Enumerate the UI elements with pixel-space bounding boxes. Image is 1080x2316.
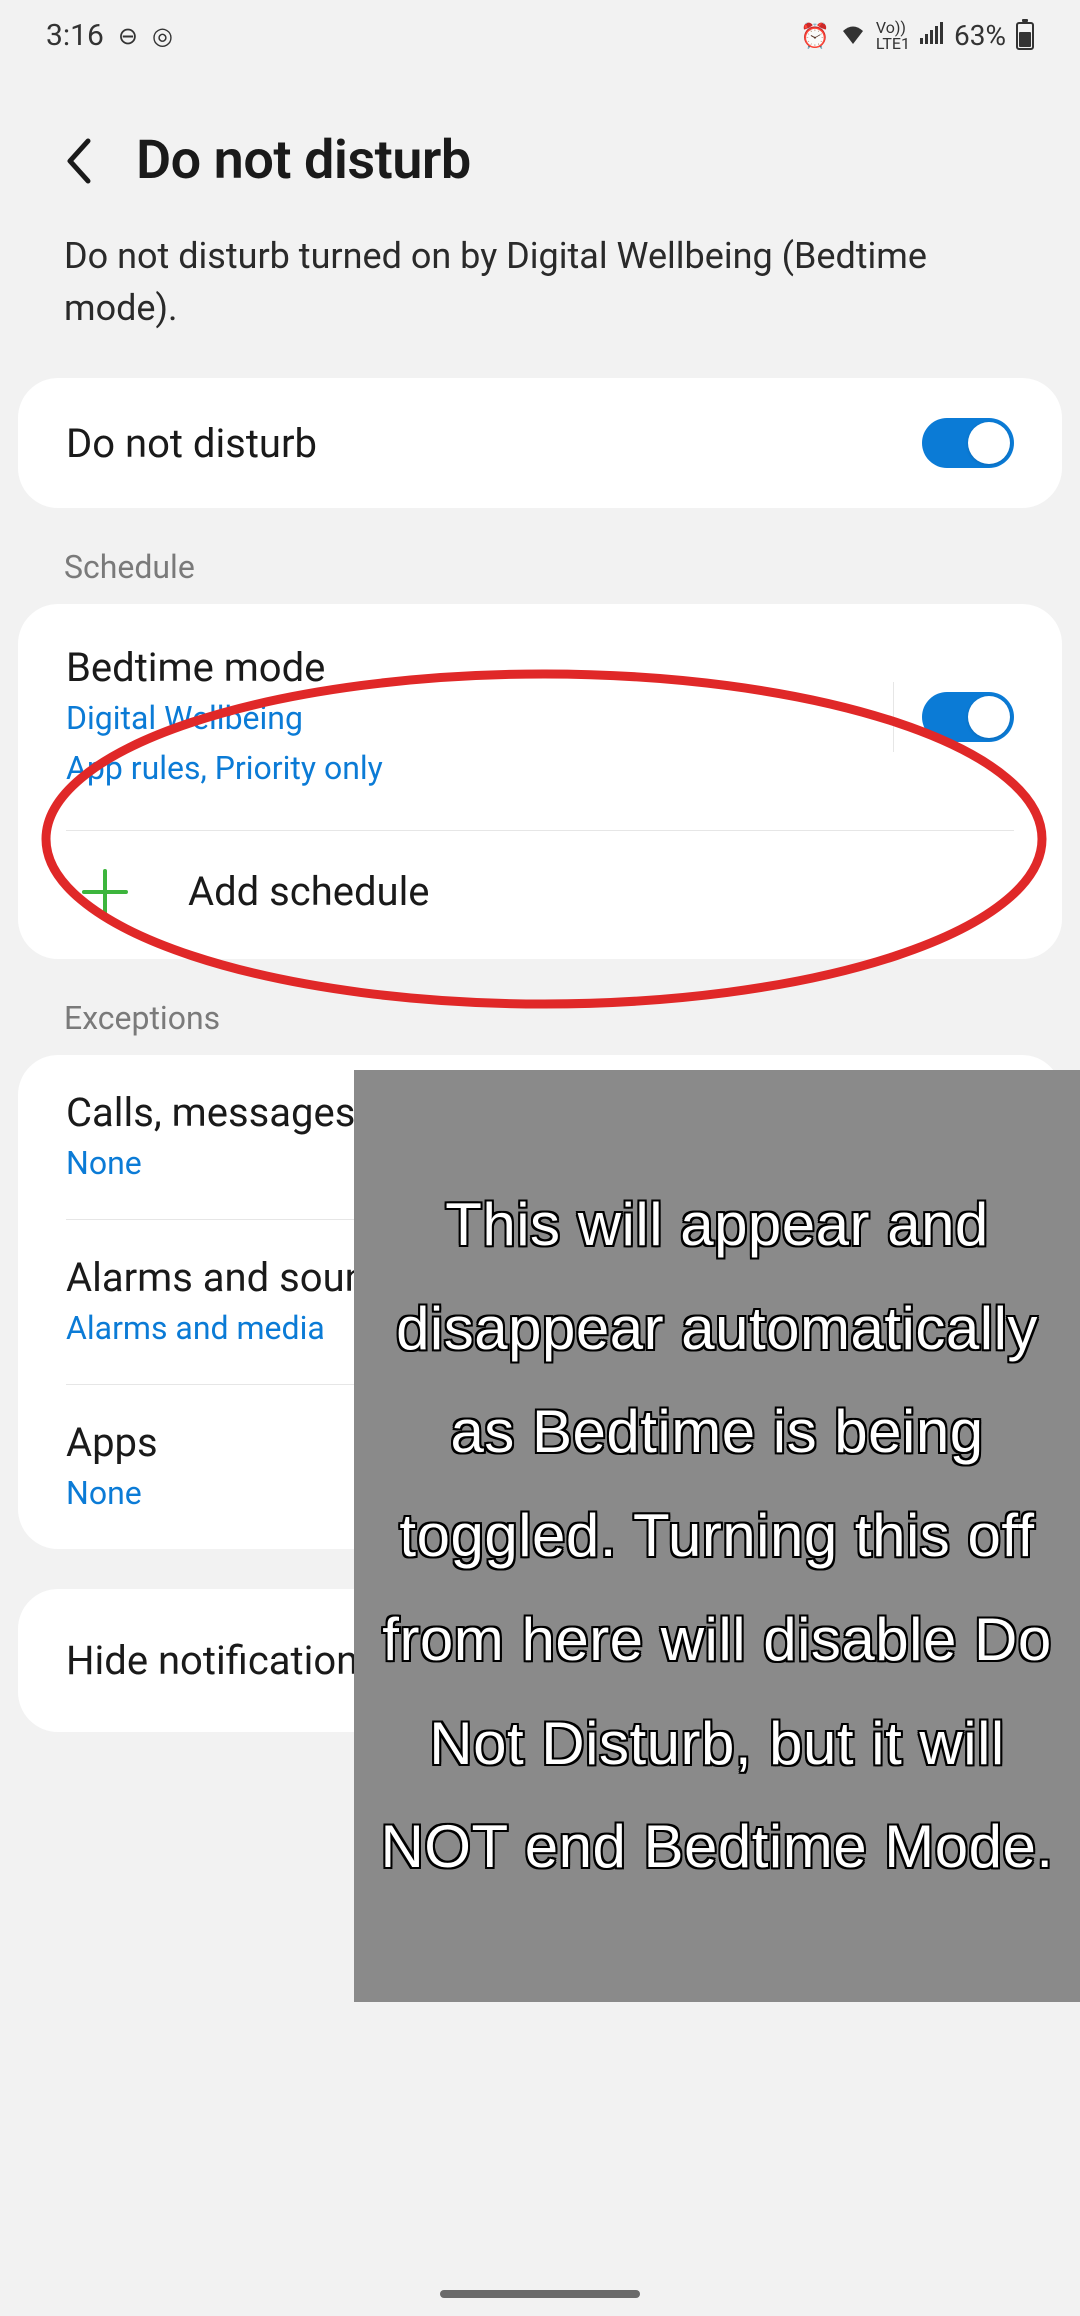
- page-subtitle: Do not disturb turned on by Digital Well…: [0, 220, 1080, 378]
- apps-title: Apps: [66, 1419, 158, 1466]
- bedtime-row[interactable]: Bedtime mode Digital Wellbeing App rules…: [18, 604, 1062, 829]
- status-right: ⏰ Vo))LTE1 63%: [800, 19, 1034, 52]
- annotation-text: This will appear and disappear automatic…: [380, 1173, 1054, 1900]
- status-left: 3:16 ⊖ ◎: [46, 18, 173, 53]
- dnd-toggle[interactable]: [922, 418, 1014, 468]
- annotation-overlay: This will appear and disappear automatic…: [354, 1070, 1080, 2002]
- alarm-icon: ⏰: [800, 22, 830, 50]
- hide-notifications-title: Hide notifications: [66, 1637, 379, 1684]
- chevron-left-icon: [64, 137, 92, 185]
- back-button[interactable]: [64, 137, 92, 185]
- bedtime-sub2: App rules, Priority only: [66, 747, 383, 790]
- battery-icon: [1016, 22, 1034, 50]
- exceptions-section-header: Exceptions: [0, 999, 1080, 1055]
- schedule-card: Bedtime mode Digital Wellbeing App rules…: [18, 604, 1062, 958]
- dnd-row[interactable]: Do not disturb: [18, 378, 1062, 508]
- add-schedule-label: Add schedule: [188, 868, 430, 915]
- schedule-section-header: Schedule: [0, 548, 1080, 604]
- dnd-status-icon: ⊖: [118, 22, 138, 50]
- dnd-label: Do not disturb: [66, 420, 317, 467]
- status-time: 3:16: [46, 18, 104, 53]
- home-indicator[interactable]: [440, 2290, 640, 2298]
- page-title: Do not disturb: [136, 129, 471, 192]
- bedtime-toggle[interactable]: [922, 692, 1014, 742]
- bedtime-divider: [893, 682, 894, 752]
- page-header: Do not disturb: [0, 71, 1080, 220]
- dnd-card: Do not disturb: [18, 378, 1062, 508]
- bedtime-text: Bedtime mode Digital Wellbeing App rules…: [66, 644, 383, 789]
- bedtime-sub1: Digital Wellbeing: [66, 697, 383, 740]
- apps-sub: None: [66, 1472, 158, 1515]
- bedtime-title: Bedtime mode: [66, 644, 383, 691]
- plus-icon: [80, 867, 130, 917]
- location-status-icon: ◎: [152, 22, 173, 50]
- status-bar: 3:16 ⊖ ◎ ⏰ Vo))LTE1 63%: [0, 0, 1080, 71]
- volte-icon: Vo))LTE1: [876, 20, 910, 52]
- add-schedule-row[interactable]: Add schedule: [18, 831, 1062, 959]
- battery-percent: 63%: [954, 19, 1006, 52]
- signal-icon: [920, 22, 944, 50]
- wifi-icon: [840, 22, 866, 50]
